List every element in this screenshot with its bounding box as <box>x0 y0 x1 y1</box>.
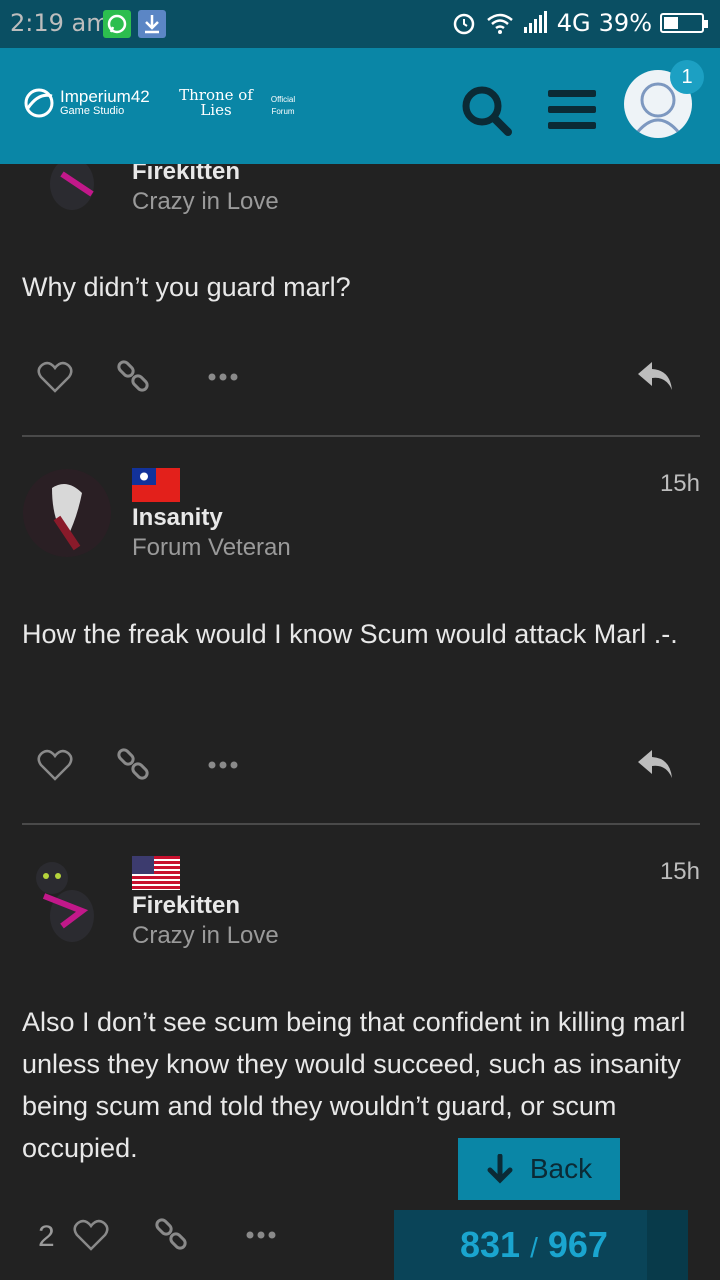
more-options-button[interactable] <box>246 1216 278 1256</box>
hamburger-menu-icon[interactable] <box>548 88 596 132</box>
share-link-button[interactable] <box>114 358 154 398</box>
battery-percent: 39% <box>598 9 652 37</box>
search-icon[interactable] <box>458 82 514 138</box>
imperium-logo-icon[interactable] <box>22 86 56 120</box>
like-button[interactable] <box>36 746 76 786</box>
more-options-button[interactable] <box>208 358 240 398</box>
post-user-title: Forum Veteran <box>132 534 291 561</box>
like-button[interactable] <box>72 1216 112 1256</box>
post-divider <box>22 435 700 437</box>
wifi-icon <box>486 13 513 34</box>
battery-icon <box>660 13 708 33</box>
download-icon <box>138 10 166 38</box>
post-user-title: Crazy in Love <box>132 188 279 215</box>
reply-button[interactable] <box>634 356 676 396</box>
progress-total: 967 <box>547 1224 608 1265</box>
post-username[interactable]: Insanity <box>132 504 223 532</box>
progress-separator: / <box>530 1232 538 1263</box>
reply-button[interactable] <box>634 744 676 784</box>
progress-current: 831 <box>460 1224 521 1265</box>
post-time[interactable]: 15h <box>660 470 700 498</box>
notification-badge[interactable]: 1 <box>670 60 704 94</box>
back-label: Back <box>529 1153 593 1184</box>
post-divider <box>22 823 700 825</box>
site-header: Imperium42 Game Studio Throne of Lies Of… <box>0 48 720 164</box>
like-button[interactable] <box>36 358 76 398</box>
imperium-logo[interactable]: Imperium42 Game Studio <box>60 88 150 118</box>
signal-icon <box>523 11 547 33</box>
share-link-button[interactable] <box>152 1216 192 1256</box>
post-body: Why didn’t you guard marl? <box>22 272 351 302</box>
back-button[interactable]: Back <box>458 1138 620 1200</box>
network-label: 4G <box>556 9 591 37</box>
post-username[interactable]: Firekitten <box>132 892 240 920</box>
arrow-down-icon <box>487 1154 513 1184</box>
timeline-progress[interactable]: 831 / 967 <box>394 1210 688 1280</box>
post-body: How the freak would I know Scum would at… <box>22 619 678 649</box>
share-link-button[interactable] <box>114 746 154 786</box>
throne-of-lies-logo[interactable]: Throne of Lies <box>176 88 256 118</box>
whatsapp-icon <box>103 10 131 38</box>
insanity-avatar[interactable] <box>22 468 112 558</box>
alarm-icon <box>453 13 475 35</box>
taiwan-flag-icon <box>132 468 180 502</box>
official-forum-label: Official Forum <box>270 95 296 116</box>
more-options-button[interactable] <box>208 746 240 786</box>
cat-avatar[interactable] <box>22 856 112 946</box>
usa-flag-icon <box>132 856 180 890</box>
post-user-title: Crazy in Love <box>132 922 279 949</box>
like-count: 2 <box>38 1220 55 1253</box>
status-bar: 2:19 am 4G 39% <box>0 0 720 48</box>
post-time[interactable]: 15h <box>660 858 700 886</box>
